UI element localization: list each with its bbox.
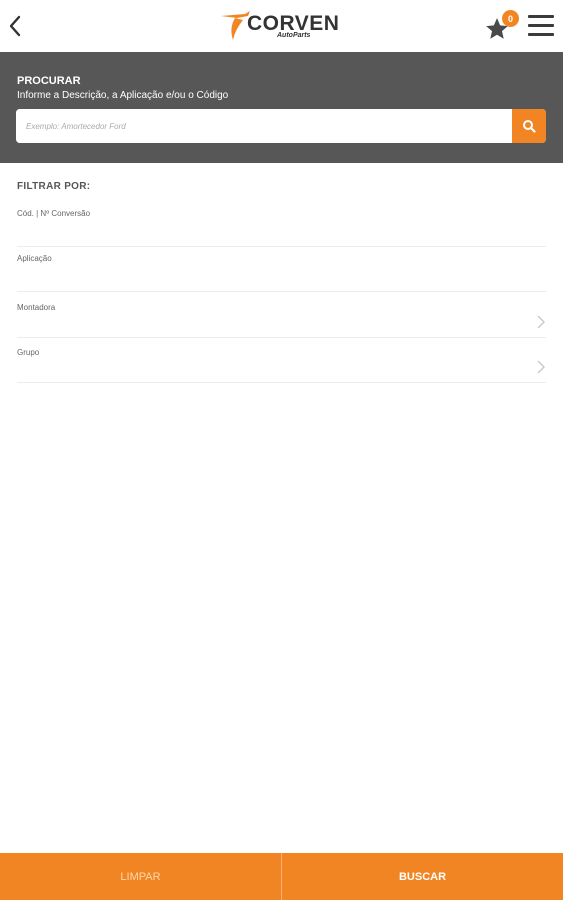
- filter-label: Montadora: [17, 303, 56, 312]
- filter-application[interactable]: Aplicação: [17, 254, 546, 292]
- search-title: PROCURAR: [17, 75, 81, 87]
- filter-label: Grupo: [17, 348, 40, 357]
- filter-heading: FILTRAR POR:: [17, 181, 91, 192]
- menu-button[interactable]: [528, 14, 554, 38]
- favorites-count-badge: 0: [502, 10, 519, 27]
- logo-subtitle: AutoParts: [277, 32, 311, 39]
- search-panel: PROCURAR Informe a Descrição, a Aplicaçã…: [0, 52, 563, 163]
- clear-button[interactable]: LIMPAR: [0, 853, 282, 900]
- chevron-left-icon: [9, 15, 21, 37]
- filter-manufacturer[interactable]: Montadora: [17, 303, 546, 338]
- chevron-right-icon: [537, 315, 545, 329]
- favorites-button[interactable]: 0: [484, 10, 519, 42]
- corven-logo: CORVEN AutoParts: [219, 10, 339, 44]
- chevron-right-icon: [537, 360, 545, 374]
- filter-label: Cód. | Nº Conversão: [17, 209, 91, 218]
- back-button[interactable]: [4, 12, 26, 40]
- search-subtitle: Informe a Descrição, a Aplicação e/ou o …: [17, 90, 229, 101]
- filter-group[interactable]: Grupo: [17, 348, 546, 383]
- search-icon: [523, 120, 536, 133]
- search-input[interactable]: [16, 109, 512, 143]
- filter-conversion-code[interactable]: Cód. | Nº Conversão: [17, 209, 546, 247]
- bottom-action-bar: LIMPAR BUSCAR: [0, 853, 563, 900]
- search-submit-button[interactable]: BUSCAR: [282, 853, 563, 900]
- filter-label: Aplicação: [17, 254, 52, 263]
- search-box: [16, 109, 546, 143]
- search-button[interactable]: [512, 109, 546, 143]
- app-header: CORVEN AutoParts 0: [0, 0, 563, 52]
